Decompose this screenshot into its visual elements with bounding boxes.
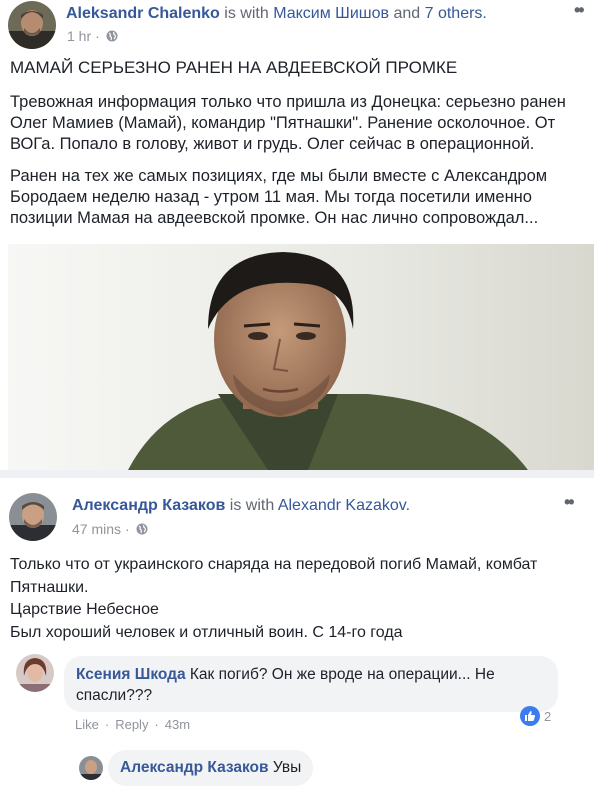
globe-icon[interactable] [136, 523, 148, 535]
like-link[interactable]: Like [75, 717, 99, 732]
post-title: МАМАЙ СЕРЬЕЗНО РАНЕН НА АВДЕЕВСКОЙ ПРОМК… [10, 58, 458, 77]
separator-dot: · [154, 717, 159, 732]
author-avatar[interactable] [8, 1, 56, 49]
post-photo[interactable] [8, 244, 594, 470]
reply-avatar[interactable] [79, 756, 103, 780]
post-header: Александр Казаков is with Alexandr Kazak… [72, 496, 410, 516]
comment-reactions[interactable]: 2 [520, 706, 551, 726]
post-meta: 1 hr · [67, 28, 118, 44]
with-text: is with [229, 497, 275, 514]
tagged-person[interactable]: Максим Шишов [273, 5, 389, 22]
reply-author[interactable]: Александр Казаков [120, 759, 269, 776]
comment-time[interactable]: 43m [165, 717, 190, 732]
post-meta: 47 mins · [72, 521, 148, 537]
thumbs-up-icon [520, 706, 540, 726]
with-text: is with [224, 5, 269, 22]
author-avatar[interactable] [9, 493, 57, 541]
more-icon[interactable]: •• [564, 492, 575, 513]
and-text: and [393, 5, 421, 22]
post-time[interactable]: 47 mins [72, 521, 121, 537]
post-chalenko: Aleksandr Chalenko is with Максим Шишов … [0, 0, 594, 470]
reply-bubble: Александр Казаков Увы [108, 750, 314, 786]
post-paragraph-2: Ранен на тех же самых позициях, где мы б… [10, 167, 548, 227]
author-name[interactable]: Aleksandr Chalenko [66, 5, 220, 22]
separator-dot: · [104, 717, 110, 732]
reaction-count: 2 [544, 708, 552, 724]
tagged-person[interactable]: Alexandr Kazakov. [278, 497, 410, 514]
comment-bubble: Ксения Шкода Как погиб? Он же вроде на о… [64, 656, 558, 712]
post-line-1: Только что от украинского снаряда на пер… [10, 556, 538, 596]
post-kazakov: Александр Казаков is with Alexandr Kazak… [0, 478, 594, 786]
post-paragraph-1: Тревожная информация только что пришла и… [10, 93, 566, 153]
reply-text: Увы [272, 759, 302, 776]
commenter-avatar[interactable] [16, 654, 54, 692]
others-link[interactable]: 7 others. [425, 5, 487, 22]
post-header: Aleksandr Chalenko is with Максим Шишов … [66, 4, 487, 24]
globe-icon[interactable] [106, 30, 118, 42]
comment-actions: Like · Reply · 43m [75, 717, 190, 732]
post-line-3: Был хороший человек и отличный воин. С 1… [10, 623, 403, 641]
post-text: Только что от украинского снаряда на пер… [10, 554, 580, 644]
post-time[interactable]: 1 hr [67, 28, 91, 44]
more-icon[interactable]: •• [574, 0, 585, 21]
post-separator [0, 470, 594, 478]
author-name[interactable]: Александр Казаков [72, 497, 225, 514]
comment-author[interactable]: Ксения Шкода [76, 666, 186, 683]
reply-link[interactable]: Reply [115, 717, 148, 732]
post-line-2: Царствие Небесное [10, 601, 159, 618]
